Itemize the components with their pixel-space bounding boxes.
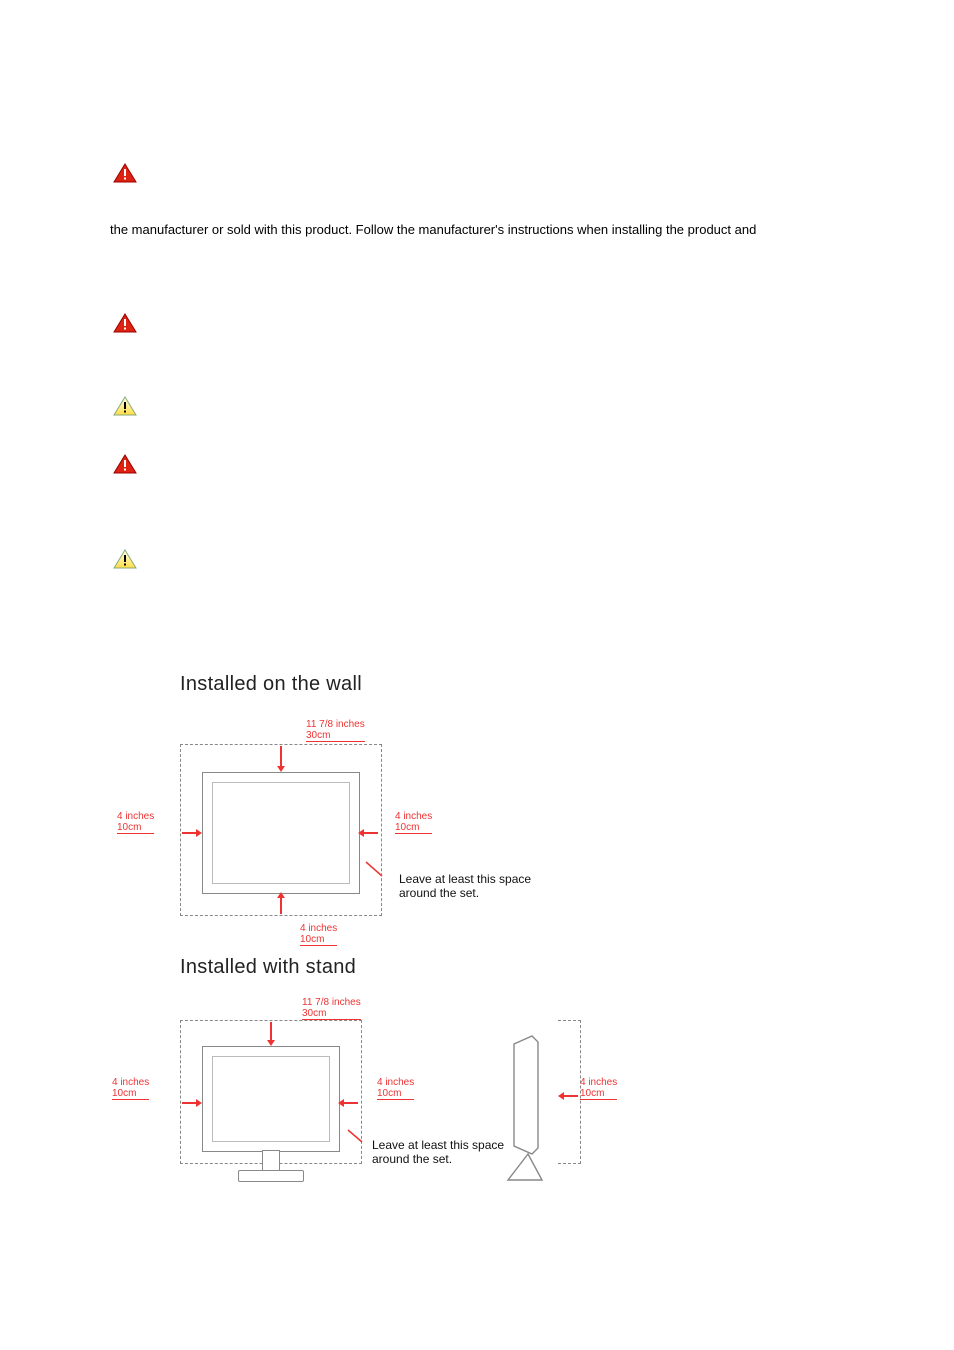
- diagram-caption-wall: Leave at least this spacearound the set.: [399, 872, 569, 901]
- measure-top-stand: 11 7/8 inches30cm: [302, 998, 361, 1020]
- diagram-heading-stand: Installed with stand: [180, 956, 356, 979]
- diagram-stand: [180, 1020, 380, 1200]
- measure-right-stand: 4 inches10cm: [377, 1078, 414, 1100]
- warning-icon-red: [113, 313, 137, 333]
- measure-left-wall: 4 inches10cm: [117, 812, 154, 834]
- diagram-stand-side: [500, 1020, 580, 1200]
- measure-bottom-wall: 4 inches10cm: [300, 924, 337, 946]
- diagram-wall: [180, 744, 380, 914]
- measure-side-stand: 4 inches10cm: [580, 1078, 617, 1100]
- warning-icon-red: [113, 454, 137, 474]
- warning-icon-yellow: [113, 549, 137, 569]
- warning-icon-yellow: [113, 396, 137, 416]
- diagram-heading-wall: Installed on the wall: [180, 673, 362, 696]
- body-paragraph-1: the manufacturer or sold with this produ…: [110, 221, 850, 240]
- measure-left-stand: 4 inches10cm: [112, 1078, 149, 1100]
- measure-right-wall: 4 inches10cm: [395, 812, 432, 834]
- measure-top-wall: 11 7/8 inches30cm: [306, 720, 365, 742]
- warning-icon-red: [113, 163, 137, 183]
